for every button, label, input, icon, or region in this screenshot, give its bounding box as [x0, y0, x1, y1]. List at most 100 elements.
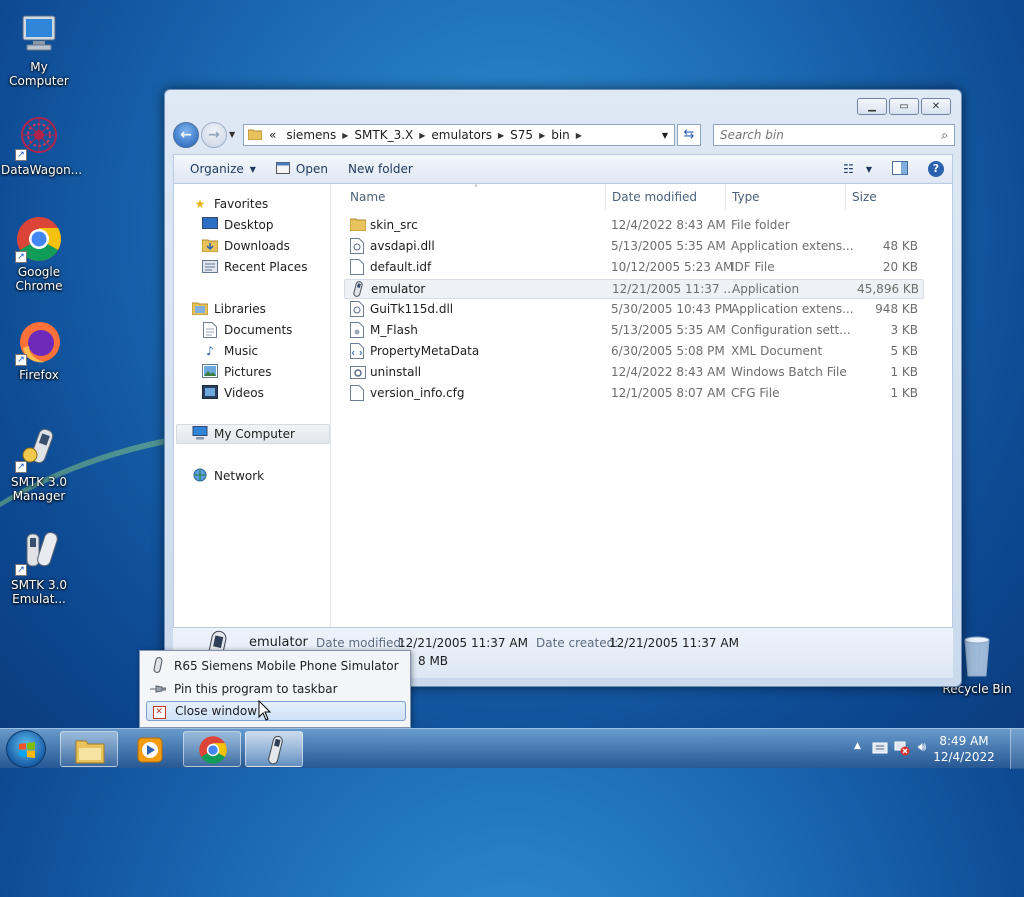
- nav-libraries[interactable]: Libraries: [191, 299, 266, 319]
- jumplist-pin-item[interactable]: Pin this program to taskbar: [146, 679, 406, 699]
- nav-pictures[interactable]: Pictures: [202, 362, 272, 382]
- jumplist-app-item[interactable]: R65 Siemens Mobile Phone Simulator: [146, 656, 406, 676]
- batch-icon: [350, 364, 366, 380]
- file-row[interactable]: default.idf 10/12/2005 5:23 AM IDF File …: [344, 258, 924, 278]
- file-row[interactable]: uninstall 12/4/2022 8:43 AM Windows Batc…: [344, 363, 924, 383]
- nav-label: Recent Places: [224, 260, 308, 274]
- column-header-name[interactable]: Name: [344, 184, 606, 210]
- nav-recent-places[interactable]: Recent Places: [202, 257, 307, 277]
- desktop-icon-smtk-emulator[interactable]: ↗ SMTK 3.0 Emulat...: [1, 528, 77, 606]
- file-row[interactable]: PropertyMetaData 6/30/2005 5:08 PM XML D…: [344, 342, 924, 362]
- breadcrumb-item[interactable]: emulators: [426, 128, 497, 142]
- search-icon[interactable]: ⌕: [941, 128, 948, 143]
- file-row[interactable]: avsdapi.dll 5/13/2005 5:35 AM Applicatio…: [344, 237, 924, 257]
- file-row[interactable]: GuiTk115d.dll 5/30/2005 10:43 PM Applica…: [344, 300, 924, 320]
- folder-icon: [247, 128, 264, 143]
- file-type: Application extens...: [731, 302, 854, 316]
- breadcrumb-overflow[interactable]: «: [264, 128, 281, 142]
- file-row[interactable]: M_Flash 5/13/2005 5:35 AM Configuration …: [344, 321, 924, 341]
- start-button[interactable]: [6, 730, 46, 768]
- desktop-icon-firefox[interactable]: ↗ Firefox: [1, 318, 77, 382]
- nav-downloads[interactable]: Downloads: [201, 236, 290, 256]
- file-row[interactable]: version_info.cfg 12/1/2005 8:07 AM CFG F…: [344, 384, 924, 404]
- taskbar-chrome[interactable]: [183, 731, 241, 767]
- breadcrumb-item[interactable]: siemens: [281, 128, 341, 142]
- close-button[interactable]: ✕: [921, 98, 951, 115]
- desktop-icon: [202, 217, 218, 233]
- breadcrumb-item[interactable]: bin: [546, 128, 575, 142]
- column-header-date[interactable]: Date modified: [606, 184, 726, 210]
- breadcrumb-separator-icon[interactable]: ▶: [575, 131, 583, 140]
- breadcrumb-item[interactable]: S75: [505, 128, 538, 142]
- refresh-button[interactable]: ⇆: [677, 124, 701, 146]
- nav-documents[interactable]: Documents: [202, 320, 292, 340]
- column-header-size[interactable]: Size: [846, 184, 924, 210]
- recent-pages-dropdown[interactable]: ▼: [229, 130, 235, 139]
- shortcut-arrow-icon: ↗: [15, 461, 27, 473]
- mouse-cursor-icon: [258, 699, 272, 725]
- nav-network[interactable]: Network: [192, 466, 264, 486]
- nav-videos[interactable]: Videos: [202, 383, 264, 403]
- nav-my-computer[interactable]: My Computer: [176, 424, 330, 444]
- open-button[interactable]: Open: [266, 155, 338, 183]
- open-label: Open: [295, 162, 328, 176]
- network-icon: [192, 468, 208, 484]
- file-date: 12/1/2005 8:07 AM: [611, 386, 726, 400]
- action-center-icon[interactable]: [872, 740, 888, 759]
- preview-pane-button[interactable]: [882, 155, 918, 183]
- breadcrumb-item[interactable]: SMTK_3.X: [349, 128, 418, 142]
- taskbar-emulator[interactable]: [245, 731, 303, 767]
- taskbar-media-player[interactable]: [121, 731, 179, 767]
- file-name: uninstall: [370, 365, 422, 379]
- maximize-button[interactable]: ▭: [889, 98, 919, 115]
- breadcrumb-separator-icon[interactable]: ▶: [497, 131, 505, 140]
- desktop-icon-label: SMTK 3.0 Manager: [10, 475, 68, 503]
- desktop-icon-smtk-manager[interactable]: ↗ SMTK 3.0 Manager: [1, 425, 77, 503]
- taskbar-explorer[interactable]: [60, 731, 118, 767]
- organize-button[interactable]: Organize ▼: [174, 155, 266, 183]
- details-size-value: 8 MB: [418, 654, 449, 668]
- address-history-dropdown[interactable]: ▼: [662, 131, 668, 140]
- clock[interactable]: 8:49 AM 12/4/2022: [932, 733, 996, 765]
- forward-button[interactable]: →: [201, 122, 227, 148]
- file-name: avsdapi.dll: [370, 239, 435, 253]
- file-size: 3 KB: [890, 323, 918, 337]
- file-date: 5/13/2005 5:35 AM: [611, 323, 726, 337]
- breadcrumb-separator-icon[interactable]: ▶: [341, 131, 349, 140]
- search-box[interactable]: ⌕: [713, 124, 955, 146]
- breadcrumb-separator-icon[interactable]: ▶: [418, 131, 426, 140]
- file-date: 12/21/2005 11:37 ...: [612, 282, 735, 296]
- breadcrumb-separator-icon[interactable]: ▶: [538, 131, 546, 140]
- address-bar[interactable]: « siemens ▶ SMTK_3.X ▶ emulators ▶ S75 ▶…: [243, 124, 675, 146]
- back-button[interactable]: ←: [173, 122, 199, 148]
- nav-favorites[interactable]: ★ Favorites: [192, 194, 269, 214]
- new-folder-button[interactable]: New folder: [338, 155, 423, 183]
- column-header-type[interactable]: Type: [726, 184, 846, 210]
- volume-icon[interactable]: 🔊︎: [918, 740, 926, 755]
- desktop-icon-datawagon[interactable]: ↗ DataWagon...: [1, 113, 82, 177]
- file-row[interactable]: emulator 12/21/2005 11:37 ... Applicatio…: [344, 279, 924, 299]
- change-view-button[interactable]: ☷ ▼: [833, 155, 882, 183]
- minimize-button[interactable]: ▁: [857, 98, 887, 115]
- help-button[interactable]: ?: [918, 155, 952, 183]
- file-row[interactable]: skin_src 12/4/2022 8:43 AM File folder: [344, 216, 924, 236]
- chevron-down-icon: ▼: [865, 164, 872, 174]
- show-hidden-icons-button[interactable]: ▲: [854, 741, 861, 751]
- chevron-down-icon: ▼: [229, 130, 236, 139]
- nav-desktop[interactable]: Desktop: [202, 215, 274, 235]
- network-status-icon[interactable]: [894, 740, 910, 759]
- desktop-icon-my-computer[interactable]: My Computer: [1, 10, 77, 88]
- file-list: ˄ Name Date modified Type Size skin_src …: [332, 184, 952, 627]
- close-icon: ✕: [151, 704, 167, 719]
- file-name: emulator: [371, 282, 426, 296]
- file-size: 1 KB: [890, 365, 918, 379]
- search-input[interactable]: [714, 125, 924, 145]
- phone-icon: ↗: [15, 528, 63, 576]
- desktop-icon-chrome[interactable]: ↗ Google Chrome: [1, 215, 77, 293]
- show-desktop-button[interactable]: [1010, 729, 1024, 769]
- jumplist-close-item[interactable]: ✕ Close window: [146, 701, 406, 721]
- nav-music[interactable]: ♪ Music: [202, 341, 258, 361]
- chevron-down-icon: ▼: [249, 164, 256, 174]
- file-name: M_Flash: [370, 323, 418, 337]
- desktop-icon-label: SMTK 3.0 Emulat...: [10, 578, 68, 606]
